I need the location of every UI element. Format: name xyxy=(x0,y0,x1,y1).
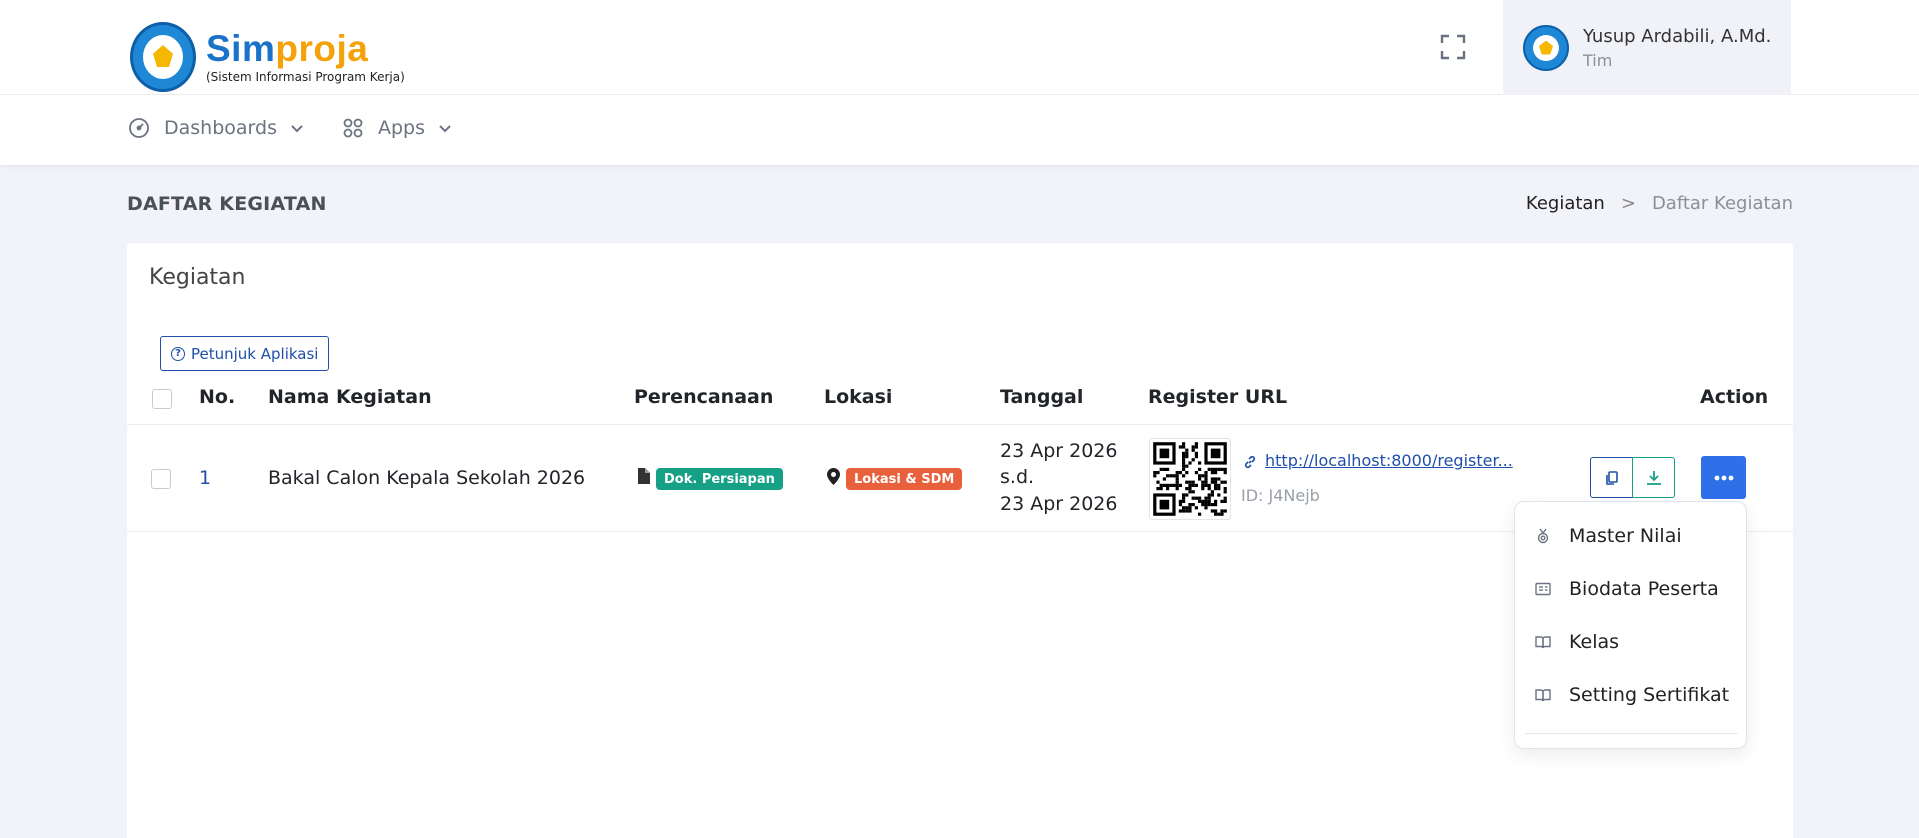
menu-item-master-nilai[interactable]: Master Nilai xyxy=(1535,525,1682,547)
header-divider xyxy=(127,424,1793,425)
menu-item-label: Setting Sertifikat xyxy=(1569,684,1730,706)
lokasi-badge[interactable]: Lokasi & SDM xyxy=(846,468,963,490)
qr-code[interactable] xyxy=(1149,438,1231,520)
help-button[interactable]: ? Petunjuk Aplikasi xyxy=(160,336,330,371)
brand-title: Simproja xyxy=(206,28,369,69)
copy-icon xyxy=(1605,470,1618,485)
tanggal-start: 23 Apr 2026 xyxy=(1000,440,1118,462)
avatar xyxy=(1523,24,1569,71)
brand-subtitle: (Sistem Informasi Program Kerja) xyxy=(206,70,405,84)
breadcrumb-current: Daftar Kegiatan xyxy=(1651,193,1793,214)
tanggal-separator: s.d. xyxy=(1000,466,1035,488)
register-id: ID: J4Nejb xyxy=(1241,486,1320,505)
nav-apps-label: Apps xyxy=(378,117,426,139)
user-menu[interactable]: Yusup Ardabili, A.Md. Tim xyxy=(1503,0,1791,95)
topbar: Simproja (Sistem Informasi Program Kerja… xyxy=(0,0,1919,95)
row-nama-kegiatan: Bakal Calon Kepala Sekolah 2026 xyxy=(268,467,586,489)
fullscreen-button[interactable] xyxy=(1440,34,1466,60)
map-pin-icon xyxy=(827,468,840,485)
nav-dashboards[interactable]: Dashboards xyxy=(128,117,305,139)
download-icon xyxy=(1646,470,1661,485)
menu-item-kelas[interactable]: Kelas xyxy=(1535,631,1619,653)
book-icon xyxy=(1535,689,1551,702)
col-no: No. xyxy=(199,386,236,408)
perencanaan-badge[interactable]: Dok. Persiapan xyxy=(656,468,783,490)
nav-apps[interactable]: Apps xyxy=(342,117,453,139)
row-checkbox[interactable] xyxy=(151,469,171,489)
id-card-icon xyxy=(1535,582,1551,596)
chevron-down-icon xyxy=(291,125,303,133)
menu-item-label: Kelas xyxy=(1569,631,1620,653)
user-name: Yusup Ardabili, A.Md. xyxy=(1583,25,1772,47)
register-url-text: http://localhost:8000/register... xyxy=(1265,451,1513,470)
tanggal-end: 23 Apr 2026 xyxy=(1000,493,1118,515)
breadcrumb: Kegiatan > Daftar Kegiatan xyxy=(1526,193,1793,214)
menu-item-label: Biodata Peserta xyxy=(1569,578,1719,600)
more-actions-button[interactable] xyxy=(1701,456,1746,499)
tut-wuri-emblem-icon xyxy=(130,22,196,92)
link-icon xyxy=(1244,455,1256,469)
help-button-label: Petunjuk Aplikasi xyxy=(191,344,319,363)
row-number: 1 xyxy=(199,467,212,489)
nav-dashboards-label: Dashboards xyxy=(164,117,277,139)
fullscreen-icon xyxy=(1440,34,1466,60)
logo[interactable]: Simproja (Sistem Informasi Program Kerja… xyxy=(130,22,405,92)
qr-code-icon xyxy=(1153,442,1227,516)
copy-link-button[interactable] xyxy=(1590,457,1633,498)
col-nama-kegiatan: Nama Kegiatan xyxy=(268,386,432,408)
menu-item-biodata-peserta[interactable]: Biodata Peserta xyxy=(1535,578,1719,600)
breadcrumb-separator-icon: > xyxy=(1620,193,1636,214)
medal-icon xyxy=(1537,528,1549,544)
ellipsis-icon xyxy=(1714,475,1733,480)
menu-divider xyxy=(1525,733,1738,734)
menu-item-label: Master Nilai xyxy=(1569,525,1682,547)
document-icon xyxy=(638,468,650,484)
col-lokasi: Lokasi xyxy=(824,386,893,408)
navbar: Dashboards Apps xyxy=(0,95,1919,165)
select-all-checkbox[interactable] xyxy=(152,389,172,409)
question-icon: ? xyxy=(171,346,185,361)
user-role: Tim xyxy=(1583,50,1613,70)
actions-dropdown-menu: Master Nilai Biodata Peserta Kelas Setti… xyxy=(1514,501,1747,749)
grid-icon xyxy=(343,118,363,138)
page-title: DAFTAR KEGIATAN xyxy=(127,193,327,215)
book-icon xyxy=(1535,636,1551,649)
gauge-icon xyxy=(129,118,149,138)
col-perencanaan: Perencanaan xyxy=(634,386,774,408)
col-register-url: Register URL xyxy=(1148,386,1288,408)
download-qr-button[interactable] xyxy=(1632,457,1675,498)
menu-item-setting-sertifikat[interactable]: Setting Sertifikat xyxy=(1535,684,1729,706)
card-title: Kegiatan xyxy=(149,265,246,290)
col-tanggal: Tanggal xyxy=(1000,386,1084,408)
register-url-link[interactable]: http://localhost:8000/register... xyxy=(1244,451,1513,470)
col-action: Action xyxy=(1700,386,1769,408)
chevron-down-icon xyxy=(439,125,451,133)
breadcrumb-parent[interactable]: Kegiatan xyxy=(1526,193,1605,214)
